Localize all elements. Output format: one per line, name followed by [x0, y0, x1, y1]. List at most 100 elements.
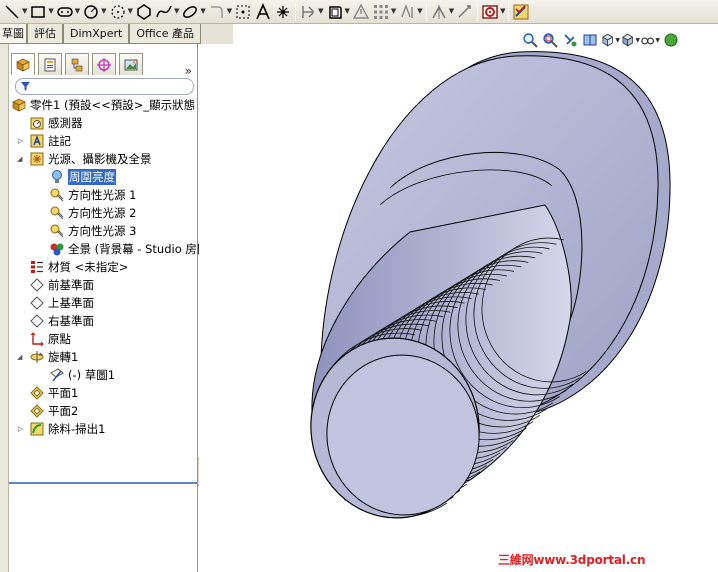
circle-tool[interactable]: ▼	[81, 1, 107, 23]
tree-node-plane1[interactable]: 平面1	[9, 384, 198, 402]
tab-office-products[interactable]: Office 產品	[129, 24, 201, 44]
chevron-down-icon[interactable]: ▼	[75, 8, 80, 15]
section-view-icon	[583, 34, 597, 46]
tab-sketch[interactable]: 草圖	[0, 24, 27, 44]
pattern-tool[interactable]: ▼	[371, 1, 397, 23]
tab-feature-manager[interactable]	[11, 53, 35, 75]
tab-dimxpert-manager[interactable]	[92, 53, 116, 75]
display-style-button[interactable]: ▼	[620, 30, 640, 50]
trim-tool[interactable]: ▼	[298, 1, 324, 23]
expand-arrow-icon[interactable]: ▷	[18, 137, 23, 145]
mirror-tool[interactable]: ▼	[397, 1, 423, 23]
dimension-tool[interactable]	[455, 1, 475, 23]
tree-node-directional-2[interactable]: 方向性光源 2	[9, 204, 198, 222]
chevron-down-icon[interactable]: ▼	[391, 8, 396, 15]
tree-node-directional-3[interactable]: 方向性光源 3	[9, 222, 198, 240]
ellipse-tool[interactable]: ▼	[180, 1, 206, 23]
tree-node-top-plane[interactable]: 上基準面	[9, 294, 198, 312]
chevron-down-icon[interactable]: ▼	[200, 8, 205, 15]
expand-arrow-icon[interactable]: ▷	[18, 425, 23, 433]
tab-dimxpert[interactable]: DimXpert	[63, 24, 130, 44]
rectangle-tool[interactable]: ▼	[28, 1, 54, 23]
tree-node-sensors[interactable]: 感測器	[9, 114, 198, 132]
rollback-bar[interactable]	[9, 482, 198, 484]
tree-label: 方向性光源 3	[68, 224, 137, 238]
chevron-down-icon[interactable]: ▼	[227, 8, 232, 15]
tree-node-lights-cameras[interactable]: ◢ 光源、攝影機及全景	[9, 150, 198, 168]
repair-sketch-tool[interactable]: ▼	[480, 1, 506, 23]
offset-tool[interactable]: ▼	[325, 1, 351, 23]
chevron-down-icon[interactable]: ▼	[22, 8, 27, 15]
tree-label: 零件1 (預設<<預設>_顯示狀態	[30, 98, 196, 112]
tab-evaluate[interactable]: 評估	[27, 24, 63, 44]
tree-node-origin[interactable]: 原點	[9, 330, 198, 348]
zoom-area-button[interactable]	[540, 30, 560, 50]
chevron-down-icon[interactable]: ▼	[318, 8, 323, 15]
material-icon	[29, 259, 45, 275]
spline-icon	[156, 5, 172, 17]
sensor-icon	[29, 115, 45, 131]
feature-tree-filter[interactable]	[15, 78, 194, 95]
dimxpert-manager-icon	[97, 57, 111, 72]
chevron-down-icon[interactable]: ▼	[449, 8, 454, 15]
point-tool[interactable]	[233, 1, 253, 23]
chevron-down-icon[interactable]: ▼	[174, 8, 179, 15]
chevron-down-icon[interactable]: ▼	[417, 8, 422, 15]
ellipse-icon	[183, 5, 198, 18]
tree-node-ambient[interactable]: 周圍亮度	[9, 168, 198, 186]
graphics-area[interactable]	[199, 44, 718, 572]
appearance-button[interactable]	[660, 30, 680, 50]
section-view-button[interactable]	[580, 30, 600, 50]
plane-icon	[29, 295, 45, 311]
tree-node-scene[interactable]: 全景 (背景幕 - Studio 房間	[9, 240, 208, 258]
tab-display-manager[interactable]	[119, 53, 143, 75]
chevron-down-icon[interactable]: ▼	[345, 8, 350, 15]
fillet-tool[interactable]: ▼	[207, 1, 233, 23]
configuration-manager-icon	[71, 58, 83, 71]
sketch-icon	[49, 367, 65, 383]
tree-label: 前基準面	[48, 278, 94, 292]
feature-tree: 零件1 (預設<<預設>_顯示狀態 感測器 ▷ 註記 ◢ 光源、攝影機及全景 周…	[9, 96, 208, 438]
centerline-tool[interactable]	[273, 1, 293, 23]
line-tool[interactable]: ▼	[2, 1, 28, 23]
left-dock-strip	[0, 44, 9, 572]
tree-node-right-plane[interactable]: 右基準面	[9, 312, 198, 330]
polygon-tool[interactable]	[134, 1, 154, 23]
tree-node-plane2[interactable]: 平面2	[9, 402, 198, 420]
toolbar-separator	[425, 2, 427, 21]
chevron-down-icon[interactable]: ▼	[101, 8, 106, 15]
view-orientation-button[interactable]: ▼	[600, 30, 620, 50]
tree-node-directional-1[interactable]: 方向性光源 1	[9, 186, 198, 204]
tab-property-manager[interactable]	[38, 53, 62, 75]
warning-tool[interactable]	[351, 1, 371, 23]
sketch-toolbar: ▼ ▼ ▼ ▼ ▼ ▼ ▼ ▼ ▼ ▼ ▼ ▼ ▼ ▼	[0, 0, 718, 24]
slot-tool[interactable]: ▼	[55, 1, 81, 23]
arc-icon	[110, 4, 125, 19]
tree-label: 平面2	[48, 404, 79, 418]
tree-node-annotations[interactable]: ▷ 註記	[9, 132, 198, 150]
tree-label: 全景 (背景幕 - Studio 房間	[68, 242, 209, 256]
tree-node-swept-cut[interactable]: ▷ 除料-掃出1	[9, 420, 198, 438]
exit-sketch-tool[interactable]	[511, 1, 531, 23]
zoom-to-fit-button[interactable]	[520, 30, 540, 50]
tree-node-material[interactable]: 材質 <未指定>	[9, 258, 198, 276]
spline-tool[interactable]: ▼	[154, 1, 180, 23]
collapse-arrow-icon[interactable]: ◢	[17, 155, 22, 163]
tab-configuration-manager[interactable]	[65, 53, 89, 75]
chevron-down-icon[interactable]: ▼	[128, 8, 133, 15]
tree-node-revolve[interactable]: ◢ 旋轉1	[9, 348, 198, 366]
tree-node-sketch1[interactable]: (-) 草圖1	[9, 366, 198, 384]
arc-tool[interactable]: ▼	[108, 1, 134, 23]
collapse-arrow-icon[interactable]: ◢	[17, 353, 22, 361]
tree-node-part[interactable]: 零件1 (預設<<預設>_顯示狀態	[9, 96, 198, 114]
line-icon	[5, 4, 19, 19]
text-tool[interactable]	[253, 1, 273, 23]
tree-node-front-plane[interactable]: 前基準面	[9, 276, 198, 294]
hide-show-button[interactable]: ▼	[640, 30, 660, 50]
circle-icon	[84, 4, 98, 19]
chevron-down-icon[interactable]: ▼	[48, 8, 53, 15]
relation-tool[interactable]: ▼	[429, 1, 455, 23]
chevron-down-icon[interactable]: ▼	[500, 8, 505, 15]
previous-view-button[interactable]	[560, 30, 580, 50]
expand-panel-button[interactable]: »	[185, 64, 192, 78]
